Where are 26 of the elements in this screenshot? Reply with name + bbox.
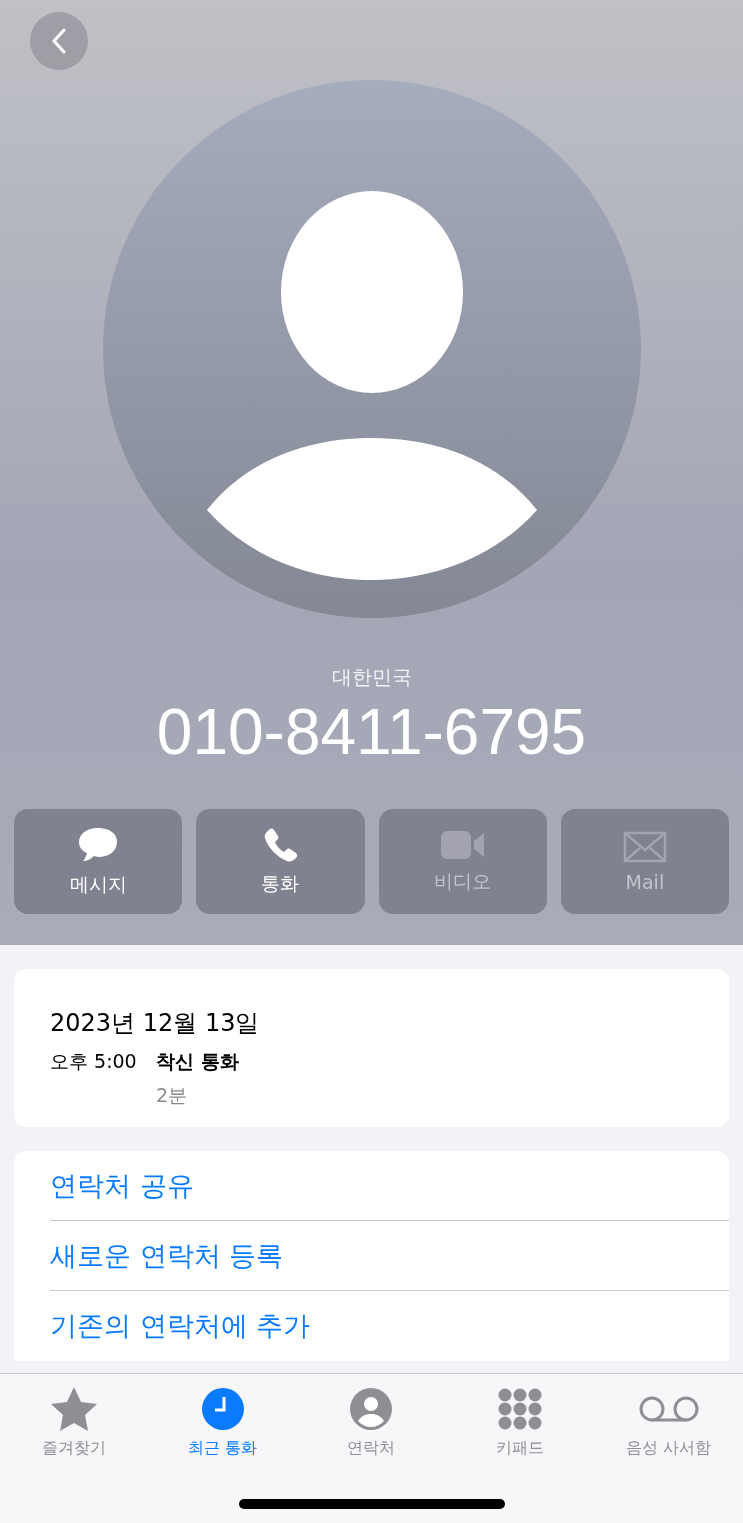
tab[interactable]: 음성 사서함 <box>594 1386 743 1459</box>
person-icon <box>350 1388 393 1430</box>
video-camera-icon <box>439 828 486 861</box>
tab[interactable]: 최근 통화 <box>148 1386 298 1459</box>
keypad-icon <box>498 1388 543 1430</box>
country-label: 대한민국 <box>331 664 412 691</box>
voicemail-icon <box>637 1394 700 1424</box>
phone-icon <box>262 826 299 863</box>
tab[interactable]: 키패드 <box>445 1386 595 1459</box>
option-link[interactable]: 새로운 연락처 등록 <box>50 1237 284 1274</box>
option-link[interactable]: 기존의 연락처에 추가 <box>50 1308 311 1344</box>
phone-number: 010-8411-6795 <box>156 695 587 769</box>
call-time: 오후 5:00 <box>50 1049 138 1074</box>
tab[interactable]: 즐겨찾기 <box>0 1386 149 1459</box>
call-date: 2023년 12월 13일 <box>50 1008 261 1039</box>
call-duration: 2분 <box>156 1083 189 1108</box>
star-icon <box>50 1386 99 1432</box>
envelope-icon <box>622 830 667 863</box>
clock-icon <box>201 1388 244 1430</box>
tab[interactable]: 연락처 <box>297 1386 446 1459</box>
call-button[interactable]: 통화 <box>196 809 365 914</box>
option-link[interactable]: 연락처 공유 <box>50 1167 194 1204</box>
speech-bubble-icon <box>77 825 120 864</box>
call-type: 착신 통화 <box>156 1049 240 1074</box>
chevron-left-icon <box>52 28 66 54</box>
message-button[interactable]: 메시지 <box>14 809 183 914</box>
